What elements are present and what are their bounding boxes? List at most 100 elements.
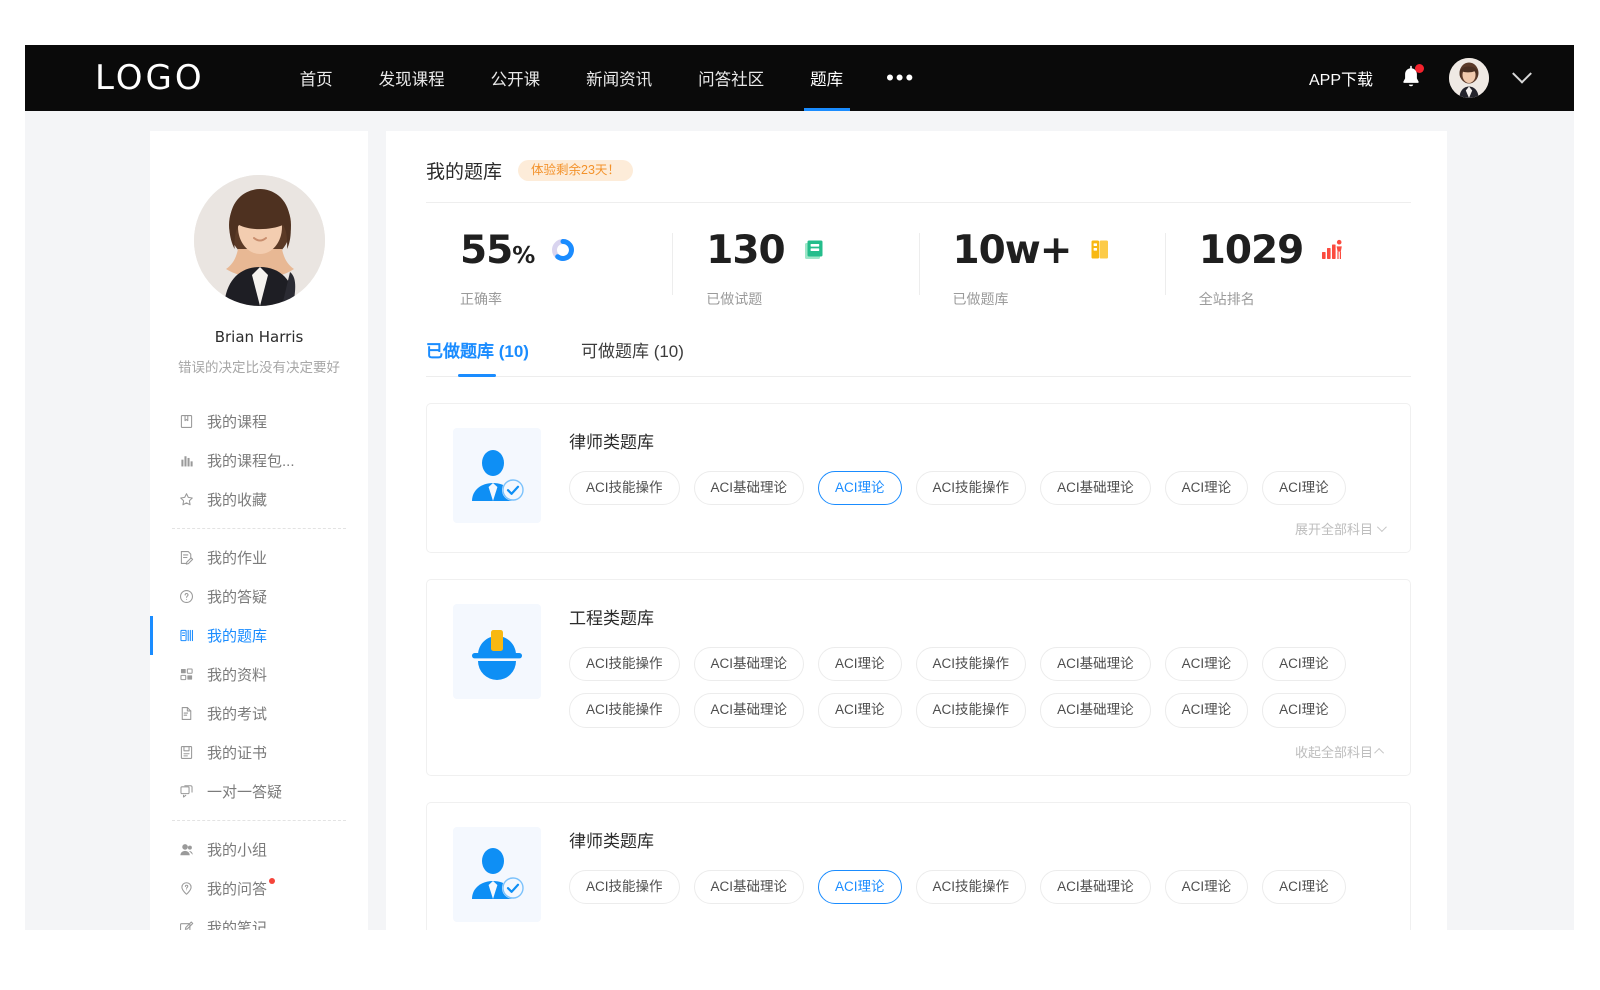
subject-tag[interactable]: ACI理论 — [818, 693, 902, 727]
stat-card-3: 1029全站排名 — [1165, 225, 1411, 309]
toggle-row: 收起全部科目 — [569, 742, 1384, 761]
tab-label: 可做题库 (10) — [581, 342, 684, 361]
subject-tag[interactable]: ACI理论 — [1262, 647, 1346, 681]
sidebar-item-5[interactable]: 我的题库 — [150, 616, 368, 655]
toggle-row: 展开全部科目 — [569, 519, 1384, 538]
star-icon — [178, 491, 195, 508]
tab-1[interactable]: 可做题库 (10) — [581, 337, 684, 376]
question-bank-card[interactable]: 律师类题库ACI技能操作ACI基础理论ACI理论ACI技能操作ACI基础理论AC… — [426, 403, 1411, 553]
rank-chart-icon — [1319, 237, 1345, 263]
question-bank-card[interactable]: 工程类题库ACI技能操作ACI基础理论ACI理论ACI技能操作ACI基础理论AC… — [426, 579, 1411, 775]
question-bank-list: 律师类题库ACI技能操作ACI基础理论ACI理论ACI技能操作ACI基础理论AC… — [426, 403, 1411, 930]
sidebar-item-6[interactable]: 我的资料 — [150, 655, 368, 694]
toggle-subjects-link[interactable]: 展开全部科目 — [1295, 519, 1384, 538]
stat-value: 130 — [706, 231, 784, 270]
site-logo[interactable]: LOGO — [95, 61, 205, 95]
stat-suffix: % — [512, 243, 534, 269]
subject-tag[interactable]: ACI理论 — [818, 870, 902, 904]
homework-icon — [178, 549, 195, 566]
sidebar-item-0[interactable]: 我的课程 — [150, 402, 368, 441]
card-body: 律师类题库ACI技能操作ACI基础理论ACI理论ACI技能操作ACI基础理论AC… — [569, 827, 1384, 922]
book-open-icon — [1087, 237, 1113, 263]
sidebar-item-11[interactable]: 我的问答 — [150, 869, 368, 908]
subject-tag[interactable]: ACI理论 — [1262, 870, 1346, 904]
more-menu-icon[interactable]: ••• — [866, 45, 935, 111]
subject-tag-row: ACI技能操作 ACI基础理论 ACI理论 ACI技能操作 ACI基础理论 ACI理论 AC… — [569, 647, 1384, 727]
subject-tag[interactable]: ACI基础理论 — [1040, 870, 1151, 904]
subject-tag[interactable]: ACI基础理论 — [1040, 471, 1151, 505]
question-circle-icon — [178, 588, 195, 605]
sidebar-item-4[interactable]: 我的答疑 — [150, 577, 368, 616]
tab-0[interactable]: 已做题库 (10) — [426, 337, 529, 376]
subject-tag[interactable]: ACI基础理论 — [694, 693, 805, 727]
subject-tag[interactable]: ACI基础理论 — [1040, 693, 1151, 727]
subject-tag-label: ACI技能操作 — [586, 480, 663, 495]
certificate-icon — [178, 744, 195, 761]
nav-item-3[interactable]: 新闻资讯 — [563, 45, 675, 111]
subject-tag-label: ACI理论 — [835, 702, 885, 717]
main-panel: 我的题库 体验剩余23天！ 55%正确率130已做试题10w+已做题库1029全… — [386, 131, 1447, 930]
subject-tag[interactable]: ACI理论 — [1165, 870, 1249, 904]
subject-tag[interactable]: ACI技能操作 — [916, 693, 1027, 727]
subject-tag[interactable]: ACI基础理论 — [694, 471, 805, 505]
subject-tag[interactable]: ACI技能操作 — [916, 870, 1027, 904]
subject-tag-label: ACI基础理论 — [711, 656, 788, 671]
subject-tag[interactable]: ACI理论 — [1262, 693, 1346, 727]
chevron-down-icon[interactable] — [1512, 64, 1532, 84]
subject-tag[interactable]: ACI理论 — [1165, 693, 1249, 727]
toggle-subjects-link[interactable]: 收起全部科目 — [1295, 742, 1384, 761]
avatar[interactable] — [1449, 58, 1489, 98]
subject-tag-label: ACI技能操作 — [933, 656, 1010, 671]
notifications-button[interactable] — [1399, 65, 1423, 91]
subject-tag-label: ACI理论 — [1279, 656, 1329, 671]
subject-tag[interactable]: ACI理论 — [1165, 647, 1249, 681]
subject-tag[interactable]: ACI技能操作 — [569, 693, 680, 727]
nav-item-0[interactable]: 首页 — [277, 45, 356, 111]
subject-tag[interactable]: ACI理论 — [1262, 471, 1346, 505]
star-icon — [178, 491, 195, 508]
sidebar-item-2[interactable]: 我的收藏 — [150, 480, 368, 519]
qa-pin-icon — [178, 880, 195, 897]
group-icon — [178, 841, 195, 858]
app-download-link[interactable]: APP下载 — [1309, 66, 1373, 90]
subject-tag[interactable]: ACI基础理论 — [694, 870, 805, 904]
nav-item-4[interactable]: 问答社区 — [675, 45, 787, 111]
stat-value: 10w+ — [953, 231, 1072, 270]
homework-icon — [178, 549, 195, 566]
lawyer-icon — [466, 445, 528, 507]
subject-tag-row: ACI技能操作 ACI基础理论 ACI理论 ACI技能操作 ACI基础理论 ACI理论 AC… — [569, 870, 1384, 904]
subject-tag[interactable]: ACI技能操作 — [569, 471, 680, 505]
page-body: Brian Harris 错误的决定比没有决定要好 我的课程我的课程包...我的… — [25, 111, 1574, 930]
subject-tag[interactable]: ACI理论 — [818, 471, 902, 505]
sidebar-item-9[interactable]: 一对一答疑 — [150, 772, 368, 811]
subject-tag[interactable]: ACI基础理论 — [1040, 647, 1151, 681]
menu-divider — [172, 528, 346, 529]
card-thumbnail — [453, 604, 541, 699]
subject-tag[interactable]: ACI理论 — [818, 647, 902, 681]
subject-tag[interactable]: ACI理论 — [1165, 471, 1249, 505]
sidebar-item-12[interactable]: 我的笔记 — [150, 908, 368, 930]
subject-tag[interactable]: ACI技能操作 — [569, 647, 680, 681]
card-thumbnail — [453, 428, 541, 523]
sidebar-item-8[interactable]: 我的证书 — [150, 733, 368, 772]
card-title: 工程类题库 — [569, 604, 1384, 629]
sidebar-item-1[interactable]: 我的课程包... — [150, 441, 368, 480]
sidebar-item-10[interactable]: 我的小组 — [150, 830, 368, 869]
subject-tag-label: ACI理论 — [1182, 480, 1232, 495]
sidebar-item-7[interactable]: 我的考试 — [150, 694, 368, 733]
subject-tag[interactable]: ACI基础理论 — [694, 647, 805, 681]
sidebar-item-label: 我的考试 — [207, 703, 267, 724]
subject-tag[interactable]: ACI技能操作 — [916, 647, 1027, 681]
subject-tag[interactable]: ACI技能操作 — [916, 471, 1027, 505]
question-bank-card[interactable]: 律师类题库ACI技能操作ACI基础理论ACI理论ACI技能操作ACI基础理论AC… — [426, 802, 1411, 930]
nav-item-5[interactable]: 题库 — [787, 45, 866, 111]
sidebar-item-3[interactable]: 我的作业 — [150, 538, 368, 577]
nav-item-1[interactable]: 发现课程 — [356, 45, 468, 111]
tab-bar: 已做题库 (10) 可做题库 (10) — [426, 337, 1411, 377]
subject-tag-label: ACI理论 — [835, 656, 885, 671]
stat-value-row: 130 — [706, 225, 918, 275]
subject-tag[interactable]: ACI技能操作 — [569, 870, 680, 904]
subject-tag-label: ACI基础理论 — [1057, 702, 1134, 717]
nav-item-2[interactable]: 公开课 — [468, 45, 564, 111]
stat-label: 全站排名 — [1199, 289, 1411, 309]
